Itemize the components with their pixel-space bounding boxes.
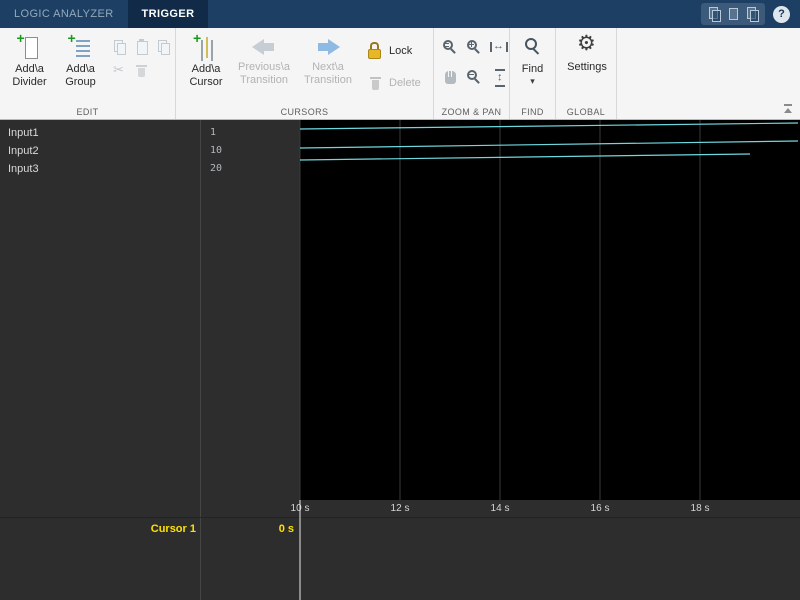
lock-label: Lock bbox=[389, 45, 413, 57]
add-group-label-2: Group bbox=[65, 76, 96, 88]
cursor-value[interactable]: 0 s bbox=[204, 523, 294, 535]
add-group-label-1: Add\a bbox=[66, 63, 95, 75]
cursors-group-label: CURSORS bbox=[280, 107, 329, 117]
add-cursor-button[interactable]: Add\a Cursor bbox=[181, 30, 231, 89]
next-transition-label-2: Transition bbox=[304, 74, 352, 86]
next-transition-icon bbox=[313, 35, 343, 59]
add-divider-button[interactable]: Add\a Divider bbox=[5, 30, 54, 89]
time-tick-label: 10 s bbox=[290, 503, 310, 514]
ribbon-group-cursors: Add\a Cursor Previous\a Transition Next\… bbox=[176, 28, 434, 119]
global-group-label: GLOBAL bbox=[566, 107, 606, 117]
signal-value: 1 bbox=[210, 127, 217, 138]
app-tab-bar: LOGIC ANALYZER TRIGGER ? bbox=[0, 0, 800, 28]
zoom-group-label: ZOOM & PAN bbox=[441, 107, 502, 117]
previous-transition-button[interactable]: Previous\a Transition bbox=[233, 33, 295, 87]
time-tick-label: 16 s bbox=[590, 503, 610, 514]
ribbon-group-zoom-pan: ZOOM & PAN bbox=[434, 28, 510, 119]
cursor-small-buttons: Lock Delete bbox=[366, 37, 421, 101]
previous-transition-label-1: Previous\a bbox=[238, 61, 290, 73]
waveform-plot[interactable] bbox=[300, 120, 800, 500]
quick-access-toolbar bbox=[701, 3, 765, 25]
lock-button[interactable]: Lock bbox=[366, 39, 421, 63]
cut-layout-icon[interactable] bbox=[726, 7, 740, 21]
delete-label: Delete bbox=[389, 77, 421, 89]
find-button[interactable]: Find bbox=[513, 33, 552, 86]
pan-icon[interactable] bbox=[440, 67, 462, 89]
add-cursor-icon bbox=[193, 30, 219, 61]
edit-group-label: EDIT bbox=[76, 107, 99, 117]
axis-separator bbox=[0, 517, 800, 518]
paste-layout-icon[interactable] bbox=[745, 7, 759, 22]
settings-button[interactable]: Settings bbox=[561, 31, 613, 74]
add-cursor-label-2: Cursor bbox=[189, 76, 223, 88]
add-group-button[interactable]: Add\a Group bbox=[56, 30, 105, 89]
add-cursor-label-1: Add\a bbox=[191, 63, 221, 75]
paste-icon[interactable] bbox=[133, 38, 151, 56]
add-group-icon bbox=[68, 30, 94, 61]
next-transition-button[interactable]: Next\a Transition bbox=[297, 33, 359, 87]
help-button[interactable]: ? bbox=[773, 5, 790, 23]
time-axis[interactable]: 10 s 12 s 14 s 16 s 18 s bbox=[0, 500, 800, 517]
signal-value: 10 bbox=[210, 145, 223, 156]
zoom-in-icon[interactable] bbox=[464, 37, 486, 59]
time-tick-label: 12 s bbox=[390, 503, 410, 514]
time-tick-label: 14 s bbox=[490, 503, 510, 514]
ribbon-group-edit: Add\a Divider Add\a Group EDIT bbox=[0, 28, 176, 119]
edit-small-buttons bbox=[111, 38, 173, 86]
copy-layout-icon[interactable] bbox=[707, 7, 721, 22]
ribbon-toolbar: Add\a Divider Add\a Group EDIT Add\a Cur… bbox=[0, 28, 800, 120]
find-icon bbox=[520, 35, 546, 63]
previous-transition-icon bbox=[249, 35, 279, 59]
cut-icon[interactable] bbox=[111, 62, 129, 80]
add-divider-label-1: Add\a bbox=[15, 63, 44, 75]
signal-values: 1 10 20 bbox=[210, 124, 290, 178]
fit-width-icon[interactable] bbox=[488, 37, 510, 59]
add-divider-label-2: Divider bbox=[12, 76, 47, 88]
chevron-down-icon bbox=[530, 76, 535, 86]
find-group-label: FIND bbox=[521, 107, 544, 117]
ribbon-group-find: Find FIND bbox=[510, 28, 556, 119]
delete-cursor-button[interactable]: Delete bbox=[366, 71, 421, 95]
copy-icon[interactable] bbox=[111, 38, 129, 56]
collapse-ribbon-icon[interactable] bbox=[782, 104, 794, 115]
fit-height-icon[interactable] bbox=[488, 67, 510, 89]
signal-value: 20 bbox=[210, 163, 223, 174]
zoom-region-icon[interactable] bbox=[440, 37, 462, 59]
name-value-divider[interactable] bbox=[200, 120, 201, 600]
zoom-pan-buttons bbox=[440, 37, 511, 95]
add-divider-icon bbox=[17, 30, 43, 61]
cursor-label[interactable]: Cursor 1 bbox=[0, 523, 196, 535]
signal-name[interactable]: Input3 bbox=[0, 160, 198, 178]
time-tick-label: 18 s bbox=[690, 503, 710, 514]
zoom-out-icon[interactable] bbox=[464, 67, 486, 89]
titlebar-actions: ? bbox=[701, 0, 800, 28]
trash-icon bbox=[366, 73, 384, 93]
previous-transition-label-2: Transition bbox=[240, 74, 288, 86]
tab-logic-analyzer[interactable]: LOGIC ANALYZER bbox=[0, 0, 128, 28]
signal-list: Input1 Input2 Input3 bbox=[0, 124, 198, 178]
lock-icon bbox=[366, 41, 384, 61]
gear-icon bbox=[574, 31, 600, 61]
next-transition-label-1: Next\a bbox=[312, 61, 344, 73]
signal-name[interactable]: Input1 bbox=[0, 124, 198, 142]
tab-trigger[interactable]: TRIGGER bbox=[127, 0, 209, 28]
delete-wave-icon[interactable] bbox=[133, 62, 151, 80]
signal-name[interactable]: Input2 bbox=[0, 142, 198, 160]
find-label: Find bbox=[521, 63, 544, 75]
ribbon-spacer bbox=[617, 28, 800, 119]
duplicate-icon[interactable] bbox=[155, 38, 173, 56]
settings-label: Settings bbox=[567, 61, 607, 73]
ribbon-group-global: Settings GLOBAL bbox=[556, 28, 617, 119]
